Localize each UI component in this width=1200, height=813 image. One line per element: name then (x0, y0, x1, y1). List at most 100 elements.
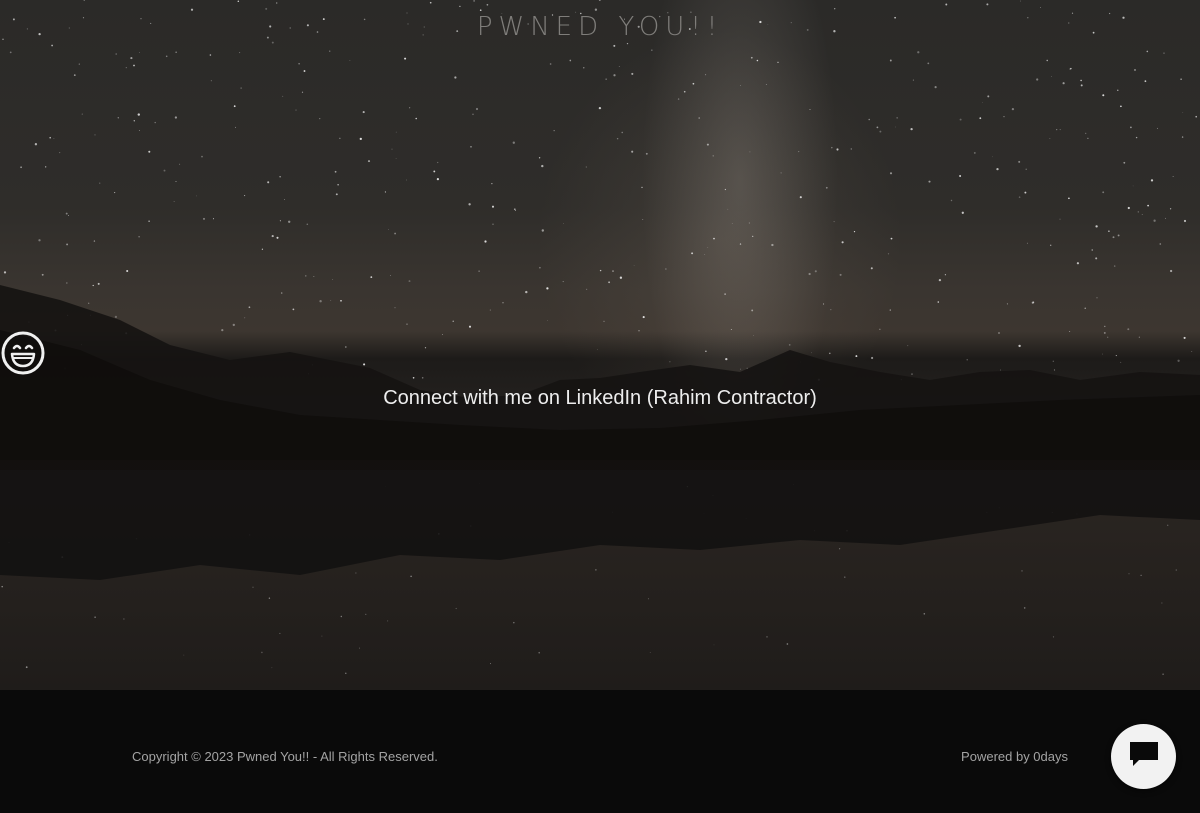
star-reflection (345, 672, 347, 675)
star (853, 231, 856, 233)
star (961, 211, 964, 214)
star-reflection (358, 647, 360, 649)
star (126, 269, 129, 273)
star (130, 57, 133, 60)
star (395, 131, 397, 133)
star-reflection (387, 620, 389, 622)
star (1026, 242, 1028, 244)
smile-icon (1, 330, 623, 376)
star (209, 54, 212, 56)
star (1117, 89, 1119, 91)
star (799, 196, 802, 199)
star (1062, 82, 1065, 85)
star (798, 151, 800, 153)
star (305, 275, 307, 277)
star (349, 60, 351, 61)
star (1040, 7, 1041, 8)
site-title[interactable]: PWNED YOU!! (0, 12, 1200, 42)
star (868, 118, 870, 121)
star (585, 288, 588, 291)
star (454, 76, 457, 79)
star (329, 50, 331, 52)
star (390, 275, 391, 276)
star (583, 67, 585, 69)
star (484, 240, 487, 243)
star-reflection (268, 597, 271, 599)
star (190, 8, 194, 11)
star (125, 67, 127, 69)
star (83, 0, 85, 1)
star (395, 158, 397, 159)
star (406, 179, 407, 181)
star (165, 55, 168, 58)
star-reflection (838, 548, 841, 550)
star (651, 49, 653, 51)
star (334, 170, 337, 173)
star (279, 176, 281, 178)
star (301, 91, 304, 93)
star (513, 208, 516, 211)
star (1059, 129, 1061, 131)
star (489, 309, 491, 311)
star (739, 243, 742, 245)
star (1076, 262, 1080, 265)
star (391, 148, 393, 150)
star (271, 235, 274, 238)
star (706, 143, 709, 146)
star (1096, 297, 1098, 299)
page: PWNED YOU!! Connect with me on LinkedIn … (0, 0, 1200, 813)
star (889, 309, 891, 311)
star (1183, 219, 1187, 223)
star (950, 199, 953, 202)
star (65, 212, 68, 215)
star (541, 164, 544, 168)
star (261, 248, 264, 250)
star (429, 1, 432, 4)
star (288, 220, 291, 223)
star (1050, 244, 1052, 246)
star (598, 0, 601, 1)
star (114, 315, 118, 319)
star (415, 117, 417, 120)
star (78, 63, 80, 65)
star (139, 52, 140, 53)
star (115, 53, 117, 55)
star (384, 191, 386, 193)
star (284, 198, 286, 200)
star (1080, 79, 1082, 82)
star (642, 219, 644, 221)
star (1141, 214, 1143, 216)
star (137, 113, 140, 116)
star (1144, 80, 1147, 83)
star (612, 270, 614, 273)
star (605, 78, 607, 80)
star (834, 8, 836, 10)
star (459, 5, 461, 8)
linkedin-link[interactable]: Connect with me on LinkedIn (Rahim Contr… (0, 387, 1200, 410)
star-reflection (1052, 636, 1055, 638)
star-reflection (321, 635, 323, 637)
star (478, 270, 480, 272)
star-reflection (766, 636, 768, 638)
star-reflection (595, 569, 597, 571)
star (1153, 219, 1156, 222)
star (276, 2, 278, 4)
star (201, 155, 203, 158)
star-reflection (261, 651, 263, 654)
powered-by-text[interactable]: Powered by 0days (961, 749, 1068, 764)
star (945, 3, 948, 6)
star (282, 95, 284, 97)
star (1059, 218, 1061, 220)
star (1070, 67, 1072, 70)
chat-button[interactable] (1111, 724, 1176, 789)
star (99, 182, 101, 184)
star (887, 253, 890, 255)
star (295, 109, 297, 111)
star (486, 3, 489, 6)
star (987, 95, 990, 98)
star-reflection (1162, 673, 1164, 676)
star-reflection (1128, 573, 1130, 575)
star (619, 276, 623, 279)
star (452, 320, 454, 322)
star (292, 308, 295, 311)
